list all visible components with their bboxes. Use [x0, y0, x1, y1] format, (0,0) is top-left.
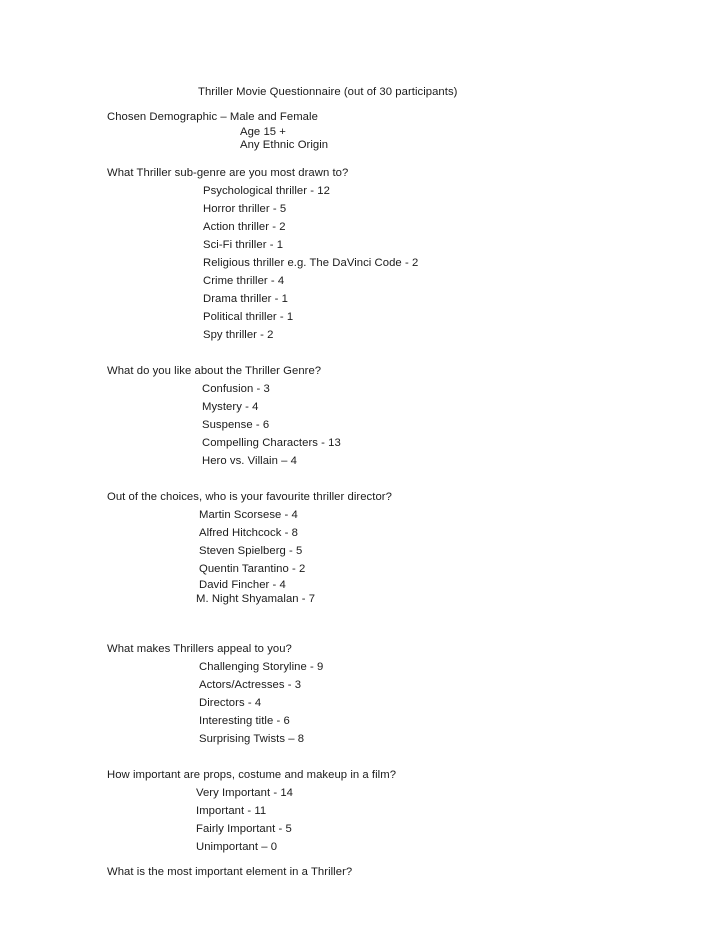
document-page: Thriller Movie Questionnaire (out of 30 …: [0, 0, 728, 943]
answer-item: Surprising Twists – 8: [199, 733, 305, 745]
answer-item: Suspense - 6: [202, 419, 270, 431]
answer-item: Religious thriller e.g. The DaVinci Code…: [203, 257, 419, 269]
answer-item: David Fincher - 4: [199, 579, 286, 591]
answer-item: Sci-Fi thriller - 1: [203, 239, 284, 251]
answer-item: Steven Spielberg - 5: [199, 545, 303, 557]
demographic-line: Age 15 +: [240, 126, 286, 138]
answer-item: Confusion - 3: [202, 383, 270, 395]
section-question: What makes Thrillers appeal to you?: [107, 643, 292, 655]
answer-item: Unimportant – 0: [196, 841, 278, 853]
answer-item: Psychological thriller - 12: [203, 185, 330, 197]
answer-item: Actors/Actresses - 3: [199, 679, 302, 691]
answer-item: Very Important - 14: [196, 787, 294, 799]
section-question: Out of the choices, who is your favourit…: [107, 491, 392, 503]
answer-item: Interesting title - 6: [199, 715, 290, 727]
answer-item: Compelling Characters - 13: [202, 437, 341, 449]
document-title: Thriller Movie Questionnaire (out of 30 …: [198, 86, 458, 98]
answer-item: Fairly Important - 5: [196, 823, 292, 835]
answer-item: Political thriller - 1: [203, 311, 294, 323]
answer-item: Martin Scorsese - 4: [199, 509, 298, 521]
answer-item: Spy thriller - 2: [203, 329, 274, 341]
section-question: What do you like about the Thriller Genr…: [107, 365, 322, 377]
answer-item: Important - 11: [196, 805, 267, 817]
answer-item: Hero vs. Villain – 4: [202, 455, 297, 467]
demographic-line: Any Ethnic Origin: [240, 139, 329, 151]
answer-item: Directors - 4: [199, 697, 262, 709]
answer-item: Challenging Storyline - 9: [199, 661, 324, 673]
section-question: What Thriller sub-genre are you most dra…: [107, 167, 349, 179]
answer-item: Crime thriller - 4: [203, 275, 285, 287]
answer-item: Horror thriller - 5: [203, 203, 287, 215]
document-body: Thriller Movie Questionnaire (out of 30 …: [0, 0, 728, 881]
answer-item: M. Night Shyamalan - 7: [196, 593, 316, 605]
answer-item: Action thriller - 2: [203, 221, 286, 233]
answer-item: Mystery - 4: [202, 401, 259, 413]
demographic-heading: Chosen Demographic – Male and Female: [107, 111, 318, 123]
section-question: How important are props, costume and mak…: [107, 769, 397, 781]
answer-item: Alfred Hitchcock - 8: [199, 527, 298, 539]
section-question: What is the most important element in a …: [107, 866, 353, 878]
answer-item: Quentin Tarantino - 2: [199, 563, 306, 575]
answer-item: Drama thriller - 1: [203, 293, 289, 305]
